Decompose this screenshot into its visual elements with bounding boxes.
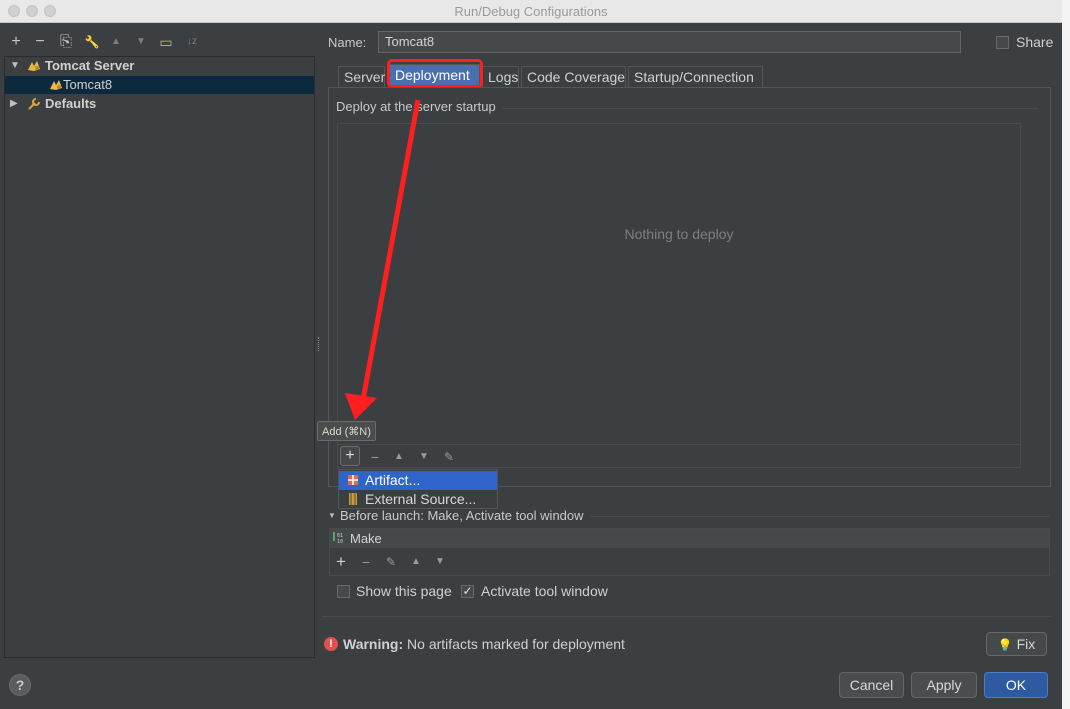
edit-icon[interactable]: ✎ [439, 446, 459, 468]
add-popup-menu: Artifact... External Source... [338, 469, 498, 509]
make-icon: 0110 [333, 532, 343, 545]
empty-list-text: Nothing to deploy [624, 226, 734, 242]
before-launch-toolbar: + − ✎ ▲ ▼ [330, 550, 630, 574]
bulb-icon: 💡 [997, 638, 1013, 652]
collapse-arrow-icon[interactable]: ▼ [328, 511, 336, 520]
add-icon[interactable]: + [6, 30, 26, 54]
folder-icon[interactable]: ▭ [156, 30, 176, 54]
defaults-wrench-icon [28, 98, 40, 110]
tree-item-tomcat8[interactable]: Tomcat8 [5, 76, 314, 94]
title-bar: Run/Debug Configurations [0, 0, 1062, 23]
move-down-icon[interactable]: ▼ [430, 551, 450, 573]
tree-item-tomcat-server[interactable]: ▼ Tomcat Server [5, 57, 314, 75]
expanded-arrow-icon[interactable]: ▼ [10, 57, 20, 75]
menu-item-label: External Source... [365, 491, 477, 507]
warning-text: No artifacts marked for deployment [407, 636, 625, 652]
splitter-handle[interactable] [318, 337, 322, 351]
menu-item-external-source[interactable]: External Source... [339, 490, 497, 509]
add-icon[interactable]: + [331, 551, 351, 573]
tree-item-defaults[interactable]: ▶ Defaults [5, 95, 314, 113]
remove-icon[interactable]: − [30, 30, 50, 54]
tab-startup-connection[interactable]: Startup/Connection [628, 66, 763, 87]
tree-label: Defaults [45, 96, 97, 111]
name-field[interactable]: Tomcat8 [378, 31, 961, 53]
separator [502, 108, 1038, 109]
fix-label: Fix [1016, 636, 1036, 652]
move-down-icon[interactable]: ▼ [131, 30, 151, 54]
tree-label: Tomcat Server [45, 58, 135, 73]
before-launch-label: Make [350, 531, 382, 546]
menu-item-artifact[interactable]: Artifact... [339, 471, 497, 490]
menu-item-label: Artifact... [365, 472, 421, 488]
tomcat-icon [50, 80, 62, 90]
before-launch-header: Before launch: Make, Activate tool windo… [340, 508, 584, 523]
deployment-list[interactable] [337, 123, 1021, 468]
tab-highlight-annotation [387, 59, 483, 88]
show-this-page-label: Show this page [356, 583, 452, 599]
deployment-toolbar: − ▲ ▼ ✎ [337, 444, 1021, 469]
move-up-icon[interactable]: ▲ [406, 551, 426, 573]
ok-button[interactable]: OK [984, 672, 1048, 698]
remove-icon[interactable]: − [356, 551, 376, 573]
remove-icon[interactable]: − [365, 446, 385, 468]
move-down-icon[interactable]: ▼ [414, 446, 434, 468]
add-tooltip: Add (⌘N) [317, 421, 376, 441]
cancel-button[interactable]: Cancel [839, 672, 904, 698]
configurations-tree: ▼ Tomcat Server Tomcat8 ▶ Defaults [4, 56, 315, 658]
activate-tool-window-label: Activate tool window [481, 583, 608, 599]
tomcat-icon [28, 61, 40, 71]
wrench-icon[interactable]: 🔧 [82, 30, 102, 54]
edit-icon[interactable]: ✎ [381, 551, 401, 573]
move-up-icon[interactable]: ▲ [106, 30, 126, 54]
name-label: Name: [328, 35, 367, 50]
tab-server[interactable]: Server [338, 66, 385, 87]
tree-label: Tomcat8 [63, 77, 113, 92]
sort-icon[interactable]: ↓z [182, 30, 202, 54]
warning-prefix: Warning: [343, 636, 404, 652]
share-checkbox[interactable] [996, 36, 1009, 49]
warning-icon: ! [324, 637, 338, 651]
external-source-icon [349, 493, 357, 505]
move-up-icon[interactable]: ▲ [389, 446, 409, 468]
separator [322, 616, 1052, 617]
help-button[interactable]: ? [9, 674, 31, 696]
activate-tool-window-checkbox[interactable]: ✓ [461, 585, 474, 598]
svg-text:10: 10 [337, 539, 343, 545]
apply-button[interactable]: Apply [911, 672, 977, 698]
fix-button[interactable]: 💡 Fix [986, 632, 1047, 656]
artifact-icon [348, 475, 358, 485]
copy-icon[interactable]: ⎘ [56, 30, 76, 54]
add-button[interactable]: + [340, 446, 360, 466]
tab-code-coverage[interactable]: Code Coverage [521, 66, 626, 87]
share-label: Share [1016, 34, 1054, 50]
configurations-toolbar: + − ⎘ 🔧 ▲ ▼ ▭ ↓z [4, 30, 314, 54]
separator [590, 516, 1050, 517]
before-launch-item-make[interactable] [330, 529, 1049, 548]
show-this-page-checkbox[interactable] [337, 585, 350, 598]
collapsed-arrow-icon[interactable]: ▶ [10, 95, 18, 113]
window-title: Run/Debug Configurations [454, 4, 608, 19]
warning-message: Warning: No artifacts marked for deploym… [343, 636, 625, 652]
deploy-header: Deploy at the server startup [336, 99, 496, 114]
window-edge [1062, 0, 1070, 709]
tab-logs[interactable]: Logs [482, 66, 519, 87]
